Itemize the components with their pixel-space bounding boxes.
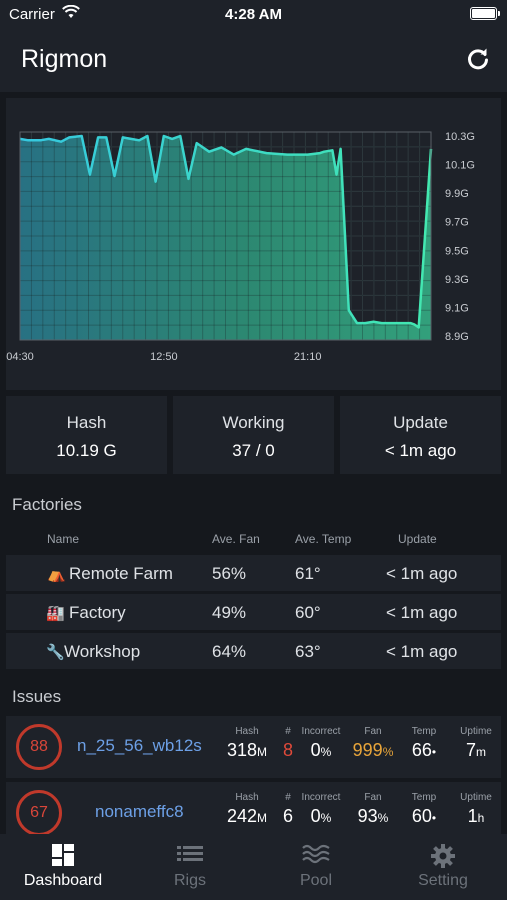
x-tick-label: 21:10 (294, 351, 322, 363)
tab-label: Pool (299, 872, 333, 889)
factory-icon: 🏭 (46, 605, 65, 622)
refresh-button[interactable] (465, 46, 491, 72)
wrench-icon: 🔧 (46, 644, 65, 661)
hashrate-chart: 10.3G 10.1G 9.9G 9.7G 9.5G 9.3G 9.1G 8.9G 04:30… (6, 98, 501, 390)
battery-icon (470, 7, 500, 20)
tab-rigs[interactable]: Rigs (127, 834, 253, 900)
factories-table-header: Name Ave. Fan Ave. Temp Update (0, 530, 507, 550)
stat-value: 37 / 0 (232, 441, 275, 460)
metric-incorrect: Incorrect 0% (301, 792, 341, 826)
factories-section-title: Factories (12, 495, 82, 514)
metric-hash: Hash 242M (226, 792, 268, 826)
hashrate-chart-svg: 10.3G 10.1G 9.9G 9.7G 9.5G 9.3G 9.1G 8.9G 04:30… (6, 131, 475, 363)
header-temp: Ave. Temp (295, 532, 352, 546)
waves-icon (302, 843, 330, 872)
metric-temp: Temp 60• (411, 792, 437, 826)
metric-fan: Fan 999% (352, 726, 394, 760)
status-bar: Carrier 4:28 AM (0, 0, 507, 28)
factory-fan: 64% (212, 642, 247, 661)
factory-temp: 63° (295, 642, 321, 661)
stat-update: Update < 1m ago (340, 396, 501, 474)
stat-hash: Hash 10.19 G (6, 396, 167, 474)
stats-row: Hash 10.19 G Working 37 / 0 Update < 1m … (6, 396, 501, 474)
issue-score-badge: 88 (16, 724, 62, 770)
stat-label: Update (393, 413, 448, 432)
page-title: Rigmon (21, 45, 108, 73)
factory-row-workshop[interactable]: 🔧 Workshop 64% 63° < 1m ago (6, 633, 501, 669)
issues-section-title: Issues (12, 687, 62, 706)
issue-row-n_25_56_wb12s[interactable]: 88 n_25_56_wb12s Hash 318M # 8 Incorrect… (6, 716, 501, 778)
stat-working: Working 37 / 0 (173, 396, 334, 474)
list-icon (177, 843, 203, 868)
tab-dashboard[interactable]: Dashboard (0, 834, 126, 900)
dashboard-content[interactable]: 10.3G 10.1G 9.9G 9.7G 9.5G 9.3G 9.1G 8.9G 04:30… (0, 92, 507, 834)
metric-uptime: Uptime 7m (460, 726, 492, 760)
stat-label: Working (222, 413, 285, 432)
factory-temp: 61° (295, 564, 321, 583)
issue-row-nonameffc8[interactable]: 67 nonameffc8 Hash 242M # 6 Incorrect 0%… (6, 782, 501, 834)
factory-fan: 56% (212, 564, 247, 583)
tab-label: Rigs (173, 872, 206, 889)
stat-value: 10.19 G (56, 441, 117, 460)
y-tick-label: 10.1G (445, 160, 475, 172)
x-tick-label: 12:50 (150, 351, 178, 363)
y-tick-label: 9.1G (445, 302, 469, 314)
header-update: Update (398, 532, 437, 546)
tab-bar: Dashboard Rigs Pool Setting (0, 834, 507, 900)
metric-uptime: Uptime 1h (460, 792, 492, 826)
nav-bar: Rigmon (0, 28, 507, 92)
factory-name: Factory (69, 603, 126, 622)
factory-update: < 1m ago (386, 564, 458, 583)
header-name: Name (47, 532, 80, 546)
tab-pool[interactable]: Pool (253, 834, 379, 900)
metric-temp: Temp 66• (411, 726, 437, 760)
tab-label: Dashboard (23, 872, 103, 889)
stat-value: < 1m ago (384, 441, 457, 460)
gear-icon (430, 843, 456, 874)
header-fan: Ave. Fan (212, 532, 260, 546)
factory-name: Remote Farm (69, 564, 173, 583)
factory-update: < 1m ago (386, 603, 458, 622)
tab-label: Setting (418, 872, 468, 889)
stat-label: Hash (66, 413, 107, 432)
y-tick-label: 9.9G (445, 188, 469, 200)
y-tick-label: 9.3G (445, 274, 469, 286)
metric-fan: Fan 93% (357, 792, 389, 826)
tent-icon: ⛺ (47, 566, 66, 583)
factory-name: Workshop (64, 642, 141, 661)
factory-fan: 49% (212, 603, 247, 622)
rig-name-link[interactable]: n_25_56_wb12s (77, 736, 202, 756)
metric-hash: Hash 318M (226, 726, 268, 760)
issue-score-badge: 67 (16, 790, 62, 834)
factory-row-factory[interactable]: 🏭 Factory 49% 60° < 1m ago (6, 594, 501, 630)
tab-setting[interactable]: Setting (380, 834, 506, 900)
y-tick-label: 9.7G (445, 217, 469, 229)
x-tick-label: 04:30 (6, 351, 34, 363)
refresh-icon (468, 48, 488, 70)
factory-update: < 1m ago (386, 642, 458, 661)
factory-row-remote-farm[interactable]: ⛺ Remote Farm 56% 61° < 1m ago (6, 555, 501, 591)
y-tick-label: 8.9G (445, 331, 469, 343)
rig-name-link[interactable]: nonameffc8 (95, 802, 184, 822)
dashboard-icon (51, 843, 75, 872)
factory-temp: 60° (295, 603, 321, 622)
clock: 4:28 AM (225, 6, 282, 23)
metric-incorrect: Incorrect 0% (301, 726, 341, 760)
y-tick-label: 10.3G (445, 131, 475, 143)
y-tick-label: 9.5G (445, 245, 469, 257)
